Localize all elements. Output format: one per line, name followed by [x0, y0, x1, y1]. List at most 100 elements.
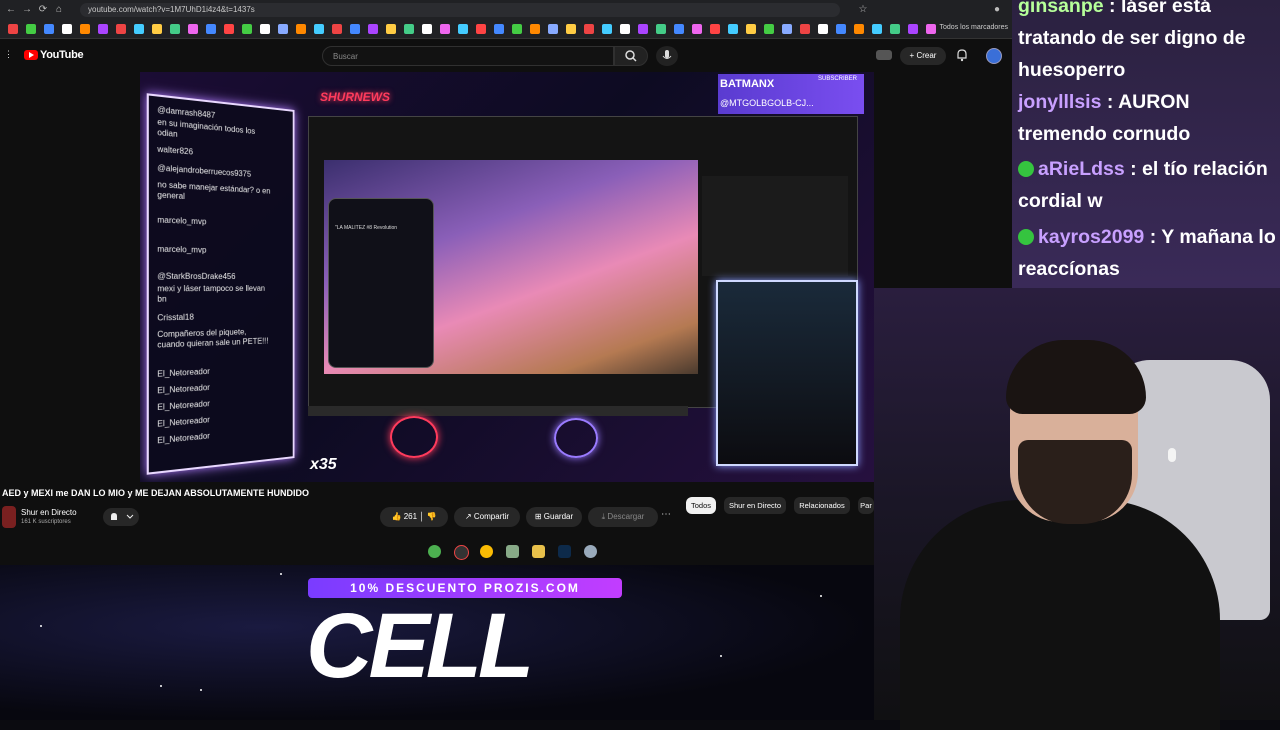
folder-icon[interactable]	[532, 545, 545, 558]
chip-par[interactable]: Par	[858, 497, 874, 514]
home-icon[interactable]: ⌂	[52, 3, 66, 17]
reload-icon[interactable]: ⟳	[36, 3, 50, 17]
bookmarks-bar: Todos los marcadores	[0, 20, 1012, 39]
subscribe-bell-button[interactable]	[103, 508, 139, 526]
bookmark-icon[interactable]	[152, 24, 162, 34]
bookmark-icon[interactable]	[818, 24, 828, 34]
bookmark-icon[interactable]	[674, 24, 684, 34]
bookmark-icon[interactable]	[62, 24, 72, 34]
bookmark-icon[interactable]	[98, 24, 108, 34]
download-label: Descargar	[607, 512, 645, 521]
bookmark-icon[interactable]	[332, 24, 342, 34]
chip-todos[interactable]: Todos	[686, 497, 716, 514]
promo-headline: CELL	[306, 595, 534, 697]
bookmark-icon[interactable]	[404, 24, 414, 34]
bookmark-icon[interactable]	[296, 24, 306, 34]
all-bookmarks-label[interactable]: Todos los marcadores	[940, 24, 1008, 31]
bookmark-icon[interactable]	[368, 24, 378, 34]
bookmark-icon[interactable]	[782, 24, 792, 34]
app-icon[interactable]	[454, 545, 469, 560]
chat-line: @StarkBrosDrake456	[157, 271, 236, 282]
photoshop-icon[interactable]	[558, 545, 571, 558]
bookmark-icon[interactable]	[476, 24, 486, 34]
menu-icon[interactable]: ⋮	[4, 50, 13, 59]
chat-line: marcelo_mvp	[157, 215, 207, 227]
video-player[interactable]: @damrash8487 en su imaginación todos los…	[140, 72, 874, 482]
create-label: Crear	[916, 51, 937, 60]
chrome-icon[interactable]	[480, 545, 493, 558]
tab-bar: ← → ⟳ ⌂ youtube.com/watch?v=1M7UhD1i4z4&…	[0, 0, 1012, 20]
bookmark-icon[interactable]	[260, 24, 270, 34]
bookmark-icon[interactable]	[170, 24, 180, 34]
bookmark-icon[interactable]	[386, 24, 396, 34]
bookmark-icon[interactable]	[80, 24, 90, 34]
download-button[interactable]: ⤓ Descargar	[588, 507, 658, 527]
bookmark-icon[interactable]	[8, 24, 18, 34]
address-bar[interactable]: youtube.com/watch?v=1M7UhD1i4z4&t=1437s	[80, 3, 840, 17]
bookmark-icon[interactable]	[26, 24, 36, 34]
bookmark-icon[interactable]	[602, 24, 612, 34]
bookmark-icon[interactable]	[926, 24, 936, 34]
bookmark-icon[interactable]	[440, 24, 450, 34]
app-icon[interactable]	[428, 545, 441, 558]
bookmark-icon[interactable]	[584, 24, 594, 34]
bookmark-icon[interactable]	[710, 24, 720, 34]
notifications-bell-icon[interactable]	[955, 48, 969, 62]
bookmark-icon[interactable]	[620, 24, 630, 34]
cast-icon[interactable]	[876, 50, 892, 60]
search-button[interactable]	[614, 46, 648, 66]
bookmark-icon[interactable]	[800, 24, 810, 34]
bookmark-icon[interactable]	[530, 24, 540, 34]
bookmark-icon[interactable]	[728, 24, 738, 34]
os-taskbar	[420, 542, 610, 562]
bookmark-icon[interactable]	[764, 24, 774, 34]
save-button[interactable]: ⊞ Guardar	[526, 507, 582, 527]
app-icon[interactable]	[506, 545, 519, 558]
bookmark-icon[interactable]	[350, 24, 360, 34]
bookmark-icon[interactable]	[188, 24, 198, 34]
create-button[interactable]: + Crear	[900, 47, 946, 65]
more-actions-icon[interactable]: ⋯	[658, 509, 674, 525]
bookmark-icon[interactable]	[836, 24, 846, 34]
app-icon[interactable]	[584, 545, 597, 558]
share-button[interactable]: ↗ Compartir	[454, 507, 520, 527]
back-icon[interactable]: ←	[4, 3, 18, 17]
bookmark-icon[interactable]	[512, 24, 522, 34]
bookmark-icon[interactable]	[314, 24, 324, 34]
search-input[interactable]: Buscar	[322, 46, 614, 66]
bookmark-icon[interactable]	[494, 24, 504, 34]
bookmark-icon[interactable]	[224, 24, 234, 34]
chat-line: El_Netoreador	[157, 415, 210, 429]
bookmark-star-icon[interactable]: ☆	[856, 3, 870, 17]
youtube-logo-text[interactable]: YouTube	[40, 49, 84, 61]
bookmark-icon[interactable]	[206, 24, 216, 34]
bookmark-icon[interactable]	[422, 24, 432, 34]
bookmark-icon[interactable]	[746, 24, 756, 34]
bookmark-icon[interactable]	[242, 24, 252, 34]
bookmark-icon[interactable]	[548, 24, 558, 34]
bookmark-icon[interactable]	[656, 24, 666, 34]
account-avatar[interactable]	[986, 48, 1002, 64]
verified-badge-icon	[1018, 161, 1034, 177]
profile-icon[interactable]: ●	[990, 3, 1004, 17]
bookmark-icon[interactable]	[44, 24, 54, 34]
forward-icon[interactable]: →	[20, 3, 34, 17]
bookmark-icon[interactable]	[638, 24, 648, 34]
channel-avatar[interactable]	[2, 506, 16, 528]
chip-shur-en-directo[interactable]: Shur en Directo	[724, 497, 786, 514]
bookmark-icon[interactable]	[278, 24, 288, 34]
channel-name[interactable]: Shur en Directo	[21, 508, 77, 517]
bookmark-icon[interactable]	[566, 24, 576, 34]
chip-relacionados[interactable]: Relacionados	[794, 497, 850, 514]
bookmark-icon[interactable]	[854, 24, 864, 34]
bookmark-icon[interactable]	[134, 24, 144, 34]
bookmark-icon[interactable]	[458, 24, 468, 34]
bookmark-icon[interactable]	[692, 24, 702, 34]
bookmark-icon[interactable]	[872, 24, 882, 34]
like-button[interactable]: 👍 261 │ 👎	[380, 507, 448, 527]
bookmark-icon[interactable]	[116, 24, 126, 34]
microphone-button[interactable]	[656, 46, 678, 66]
bookmark-icon[interactable]	[908, 24, 918, 34]
alumnos-logo-icon	[554, 418, 598, 458]
bookmark-icon[interactable]	[890, 24, 900, 34]
